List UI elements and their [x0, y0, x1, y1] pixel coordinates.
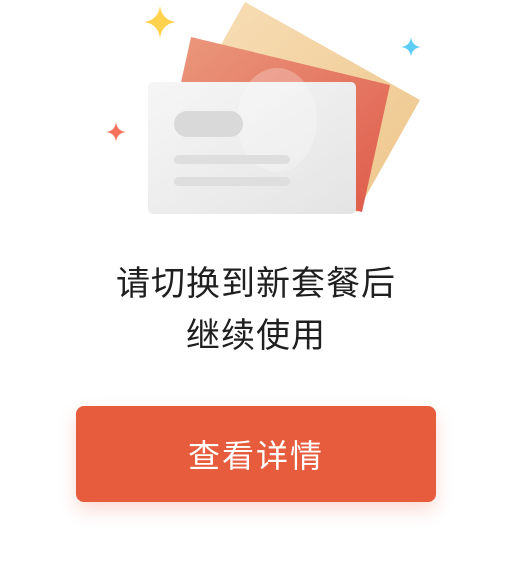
plan-cards-icon — [106, 2, 421, 214]
sparkle-yellow-icon — [144, 6, 176, 38]
front-card — [148, 68, 356, 214]
view-details-button[interactable]: 查看详情 — [76, 406, 436, 502]
sparkle-blue-icon — [401, 37, 421, 57]
sparkle-red-icon — [106, 122, 126, 142]
message-line-2: 继续使用 — [186, 316, 326, 356]
switch-plan-message: 请切换到新套餐后 继续使用 — [0, 258, 512, 362]
plan-cards-illustration — [0, 0, 512, 240]
message-line-1: 请切换到新套餐后 — [116, 264, 396, 304]
